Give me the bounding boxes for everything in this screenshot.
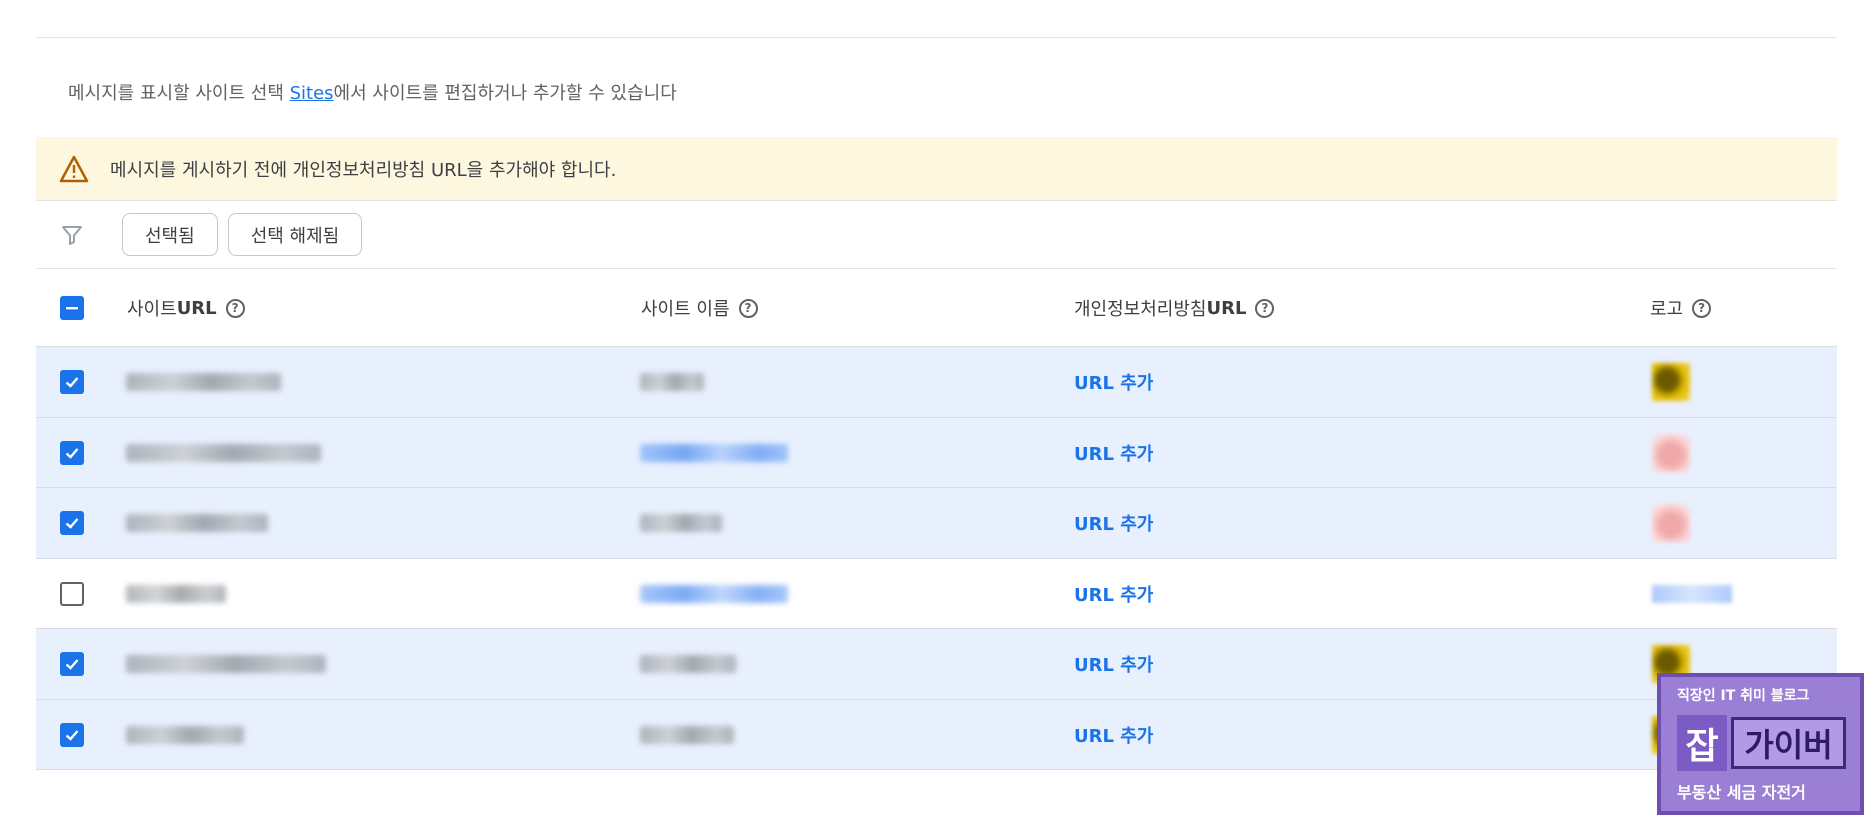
watermark-name: 가이버 xyxy=(1731,717,1846,769)
column-header-site-url: 사이트 URL ? xyxy=(127,269,245,347)
row-checkbox[interactable] xyxy=(60,440,84,465)
select-all-checkbox[interactable] xyxy=(60,296,84,320)
add-url-link[interactable]: URL 추가 xyxy=(1074,559,1153,629)
watermark-tagline: 직장인 IT 취미 블로그 xyxy=(1677,688,1810,704)
column-header-privacy-url: 개인정보처리방침 URL ? xyxy=(1074,269,1275,347)
redacted-site-url xyxy=(126,655,326,673)
filter-icon[interactable] xyxy=(58,221,86,249)
redacted-site-url xyxy=(126,514,268,532)
intro-text: 메시지를 표시할 사이트 선택 Sites에서 사이트를 편집하거나 추가할 수… xyxy=(68,79,677,105)
row-checkbox[interactable] xyxy=(60,370,84,394)
site-logo xyxy=(1652,584,1732,603)
add-url-link[interactable]: URL 추가 xyxy=(1074,629,1153,699)
table-row: URL 추가 xyxy=(36,629,1837,700)
blog-watermark: 직장인 IT 취미 블로그 잡 가이버 부동산 세금 자전거 xyxy=(1657,673,1864,815)
top-divider xyxy=(36,37,1837,38)
site-logo xyxy=(1652,504,1690,542)
site-logo xyxy=(1652,363,1690,401)
help-icon[interactable]: ? xyxy=(1255,298,1275,318)
watermark-badge: 잡 xyxy=(1677,715,1727,771)
help-icon[interactable]: ? xyxy=(738,298,758,318)
table-row: URL 추가 xyxy=(36,488,1837,559)
redacted-site-url xyxy=(126,584,226,603)
filter-bar: 선택됨 선택 해제됨 xyxy=(36,201,1837,269)
column-header-site-name: 사이트 이름 ? xyxy=(641,269,758,347)
redacted-site-name xyxy=(640,725,734,744)
sites-link[interactable]: Sites xyxy=(290,83,334,104)
redacted-site-name xyxy=(640,443,788,462)
redacted-site-url xyxy=(126,373,281,391)
add-url-link[interactable]: URL 추가 xyxy=(1074,700,1153,770)
redacted-site-name xyxy=(640,584,788,603)
intro-prefix: 메시지를 표시할 사이트 선택 xyxy=(68,83,290,104)
row-checkbox[interactable] xyxy=(60,722,84,747)
site-logo xyxy=(1652,433,1690,472)
filter-chip-unselected[interactable]: 선택 해제됨 xyxy=(227,213,363,256)
table-row: URL 추가 xyxy=(36,699,1837,770)
redacted-site-url xyxy=(126,725,244,744)
redacted-site-name xyxy=(640,655,736,673)
table-row: URL 추가 xyxy=(36,417,1837,488)
site-table-body: URL 추가 URL 추가 URL 추가 URL 추가 URL 추가 URL 추… xyxy=(36,347,1837,770)
warning-triangle-icon xyxy=(56,151,92,187)
row-checkbox[interactable] xyxy=(60,581,84,606)
column-header-logo: 로고 ? xyxy=(1650,269,1712,347)
warning-banner-text: 메시지를 게시하기 전에 개인정보처리방침 URL을 추가해야 합니다. xyxy=(110,159,617,181)
table-header: 사이트 URL ? 사이트 이름 ? 개인정보처리방침 URL ? 로고 ? xyxy=(36,269,1837,347)
help-icon[interactable]: ? xyxy=(1692,298,1712,318)
redacted-site-name xyxy=(640,514,722,532)
redacted-site-url xyxy=(126,443,321,462)
add-url-link[interactable]: URL 추가 xyxy=(1074,488,1153,558)
help-icon[interactable]: ? xyxy=(225,298,245,318)
row-checkbox[interactable] xyxy=(60,652,84,676)
table-row: URL 추가 xyxy=(36,559,1837,629)
redacted-site-name xyxy=(640,373,704,391)
add-url-link[interactable]: URL 추가 xyxy=(1074,347,1153,417)
filter-chip-selected[interactable]: 선택됨 xyxy=(122,213,218,256)
row-checkbox[interactable] xyxy=(60,511,84,535)
warning-banner: 메시지를 게시하기 전에 개인정보처리방침 URL을 추가해야 합니다. xyxy=(36,137,1837,201)
add-url-link[interactable]: URL 추가 xyxy=(1074,418,1153,488)
intro-suffix: 에서 사이트를 편집하거나 추가할 수 있습니다 xyxy=(333,83,677,104)
watermark-topics: 부동산 세금 자전거 xyxy=(1677,783,1806,802)
table-row: URL 추가 xyxy=(36,347,1837,418)
